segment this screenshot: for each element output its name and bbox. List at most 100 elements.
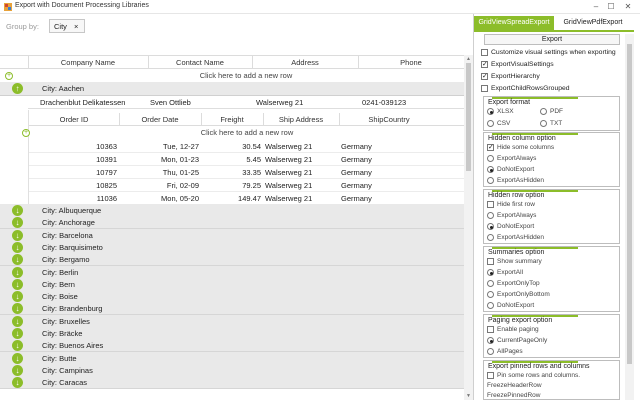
table-row[interactable]: Drachenblut Delikatessen Sven Ottlieb Wa…: [28, 96, 464, 109]
checkbox-box[interactable]: [481, 49, 488, 56]
column-header-contact[interactable]: Contact Name: [148, 58, 252, 67]
group-row[interactable]: ↓ City: Berlin: [0, 265, 464, 279]
cell-company: Drachenblut Delikatessen: [40, 98, 126, 107]
tab-spread-export[interactable]: GridViewSpreadExport: [474, 16, 554, 30]
cell-ship-address: Walserweg 21: [265, 168, 313, 177]
panel-vertical-scrollbar[interactable]: [625, 34, 634, 400]
chip-close-icon[interactable]: ×: [74, 22, 78, 31]
group-chip-city[interactable]: City ×: [49, 19, 85, 33]
group-row[interactable]: ↓ City: Campinas: [0, 363, 464, 377]
expand-group-icon[interactable]: ↓: [12, 303, 23, 315]
order-row[interactable]: 10797 Thu, 01-25 33.35 Walserweg 21 Germany: [29, 166, 465, 179]
tab-pdf-export[interactable]: GridViewPdfExport: [556, 16, 630, 30]
group-row[interactable]: ↓ City: Brandenburg: [0, 302, 464, 316]
summaries-group: Summaries option Show summary ExportAll …: [483, 246, 620, 312]
column-header-company[interactable]: Company Name: [28, 58, 148, 67]
group-row[interactable]: ↓ City: Bruxelles: [0, 314, 464, 328]
cell-order-date: Thu, 01-25: [162, 168, 199, 177]
expand-group-icon[interactable]: ↓: [12, 229, 23, 241]
cell-freight: 149.47: [238, 194, 261, 203]
group-row-label: City: Anchorage: [42, 218, 95, 228]
cell-order-id: 11036: [96, 194, 117, 203]
paging-group: Paging export option Enable paging Curre…: [483, 314, 620, 358]
expand-group-icon[interactable]: ↓: [12, 340, 23, 352]
grid-vertical-scrollbar[interactable]: ▲ ▼: [464, 55, 473, 400]
title-bar: Export with Document Processing Librarie…: [0, 0, 640, 14]
group-row-label: City: Berlin: [42, 267, 79, 277]
expand-group-icon[interactable]: ↓: [12, 241, 23, 253]
expand-group-icon[interactable]: ↓: [12, 266, 23, 278]
scroll-up-arrow[interactable]: ▲: [464, 55, 473, 63]
group-row-label: City: Butte: [42, 353, 77, 363]
child-header-ship-country[interactable]: ShipCountry: [339, 115, 439, 124]
group-row-label: City: Brandenburg: [42, 304, 103, 314]
group-row[interactable]: ↓ City: Barquisimeto: [0, 240, 464, 254]
group-row[interactable]: ↓ City: Albuquerque: [0, 204, 464, 217]
group-row[interactable]: ↓ City: Bern: [0, 277, 464, 291]
add-new-child-row[interactable]: Click here to add a new row: [29, 128, 465, 140]
close-button[interactable]: ✕: [622, 0, 634, 13]
group-row[interactable]: ↓ City: Bräcke: [0, 327, 464, 340]
order-row[interactable]: 10363 Tue, 12-27 30.54 Walserweg 21 Germany: [29, 140, 465, 153]
group-row[interactable]: ↓ City: Anchorage: [0, 216, 464, 230]
child-header-order-id[interactable]: Order ID: [29, 115, 119, 124]
cell-freight: 5.45: [246, 155, 261, 164]
child-header-order-date[interactable]: Order Date: [119, 115, 201, 124]
cell-order-id: 10391: [96, 155, 117, 164]
scroll-thumb[interactable]: [466, 63, 471, 171]
child-header-freight[interactable]: Freight: [201, 115, 263, 124]
expand-group-icon[interactable]: ↓: [12, 377, 23, 389]
group-row[interactable]: ↓ City: Bergamo: [0, 253, 464, 267]
expand-group-icon[interactable]: ↓: [12, 205, 23, 216]
tab-underline: [474, 30, 634, 32]
cell-order-date: Mon, 05-20: [161, 194, 199, 203]
group-row-label: City: Caracas: [42, 378, 88, 388]
scroll-down-arrow[interactable]: ▼: [464, 392, 473, 400]
column-header-phone[interactable]: Phone: [358, 58, 464, 67]
expand-group-icon[interactable]: ↓: [12, 291, 23, 303]
minimize-button[interactable]: –: [590, 0, 602, 13]
checkbox-box[interactable]: [481, 85, 488, 92]
expand-group-icon[interactable]: ↓: [12, 352, 23, 364]
column-header-address[interactable]: Address: [252, 58, 358, 67]
expand-group-icon[interactable]: ↓: [12, 278, 23, 290]
group-chip-label: City: [54, 22, 67, 31]
column-header-row: Company Name Contact Name Address Phone: [0, 55, 464, 69]
panel-scroll-thumb[interactable]: [627, 44, 632, 364]
group-row-label: City: Aachen: [42, 84, 85, 93]
cell-ship-address: Walserweg 21: [265, 155, 313, 164]
expand-group-icon[interactable]: ↓: [12, 217, 23, 229]
cell-ship-country: Germany: [341, 181, 372, 190]
group-row[interactable]: ↓ City: Butte: [0, 351, 464, 365]
section-title: Export format: [488, 99, 531, 106]
cell-address: Walserweg 21: [256, 98, 304, 107]
checkbox-box[interactable]: ✓: [481, 61, 488, 68]
cell-order-id: 10363: [96, 142, 117, 151]
expand-group-icon[interactable]: ↓: [12, 328, 23, 339]
expand-group-icon[interactable]: ↓: [12, 254, 23, 266]
child-header-ship-address[interactable]: Ship Address: [263, 115, 339, 124]
order-row[interactable]: 10825 Fri, 02-09 79.25 Walserweg 21 Germany: [29, 179, 465, 192]
cell-ship-country: Germany: [341, 142, 372, 151]
group-by-label: Group by:: [6, 22, 39, 31]
order-row[interactable]: 10391 Mon, 01-23 5.45 Walserweg 21 Germany: [29, 153, 465, 166]
cell-order-date: Tue, 12-27: [163, 142, 199, 151]
cell-order-id: 10825: [96, 181, 117, 190]
group-row-label: City: Albuquerque: [42, 206, 102, 215]
collapse-group-icon[interactable]: ↑: [12, 83, 23, 94]
group-row[interactable]: ↓ City: Barcelona: [0, 228, 464, 242]
checkbox-box[interactable]: ✓: [481, 73, 488, 80]
expand-group-icon[interactable]: ↓: [12, 315, 23, 327]
group-row[interactable]: ↓ City: Caracas: [0, 376, 464, 390]
group-row-label: City: Barcelona: [42, 230, 93, 240]
maximize-button[interactable]: ☐: [605, 0, 617, 13]
export-button[interactable]: Export: [484, 34, 620, 45]
hidden-column-group: Hidden column option ✓ Hide some columns …: [483, 132, 620, 187]
group-row-label: City: Barquisimeto: [42, 242, 103, 252]
group-row[interactable]: ↓ City: Boise: [0, 290, 464, 304]
group-row-label: City: Bruxelles: [42, 316, 90, 326]
group-row[interactable]: ↓ City: Buenos Aires: [0, 339, 464, 353]
customize-visual-settings-checkbox[interactable]: Customize visual settings when exporting: [481, 48, 623, 58]
expand-group-icon[interactable]: ↓: [12, 364, 23, 376]
group-row-aachen[interactable]: ↑ City: Aachen: [0, 82, 464, 96]
